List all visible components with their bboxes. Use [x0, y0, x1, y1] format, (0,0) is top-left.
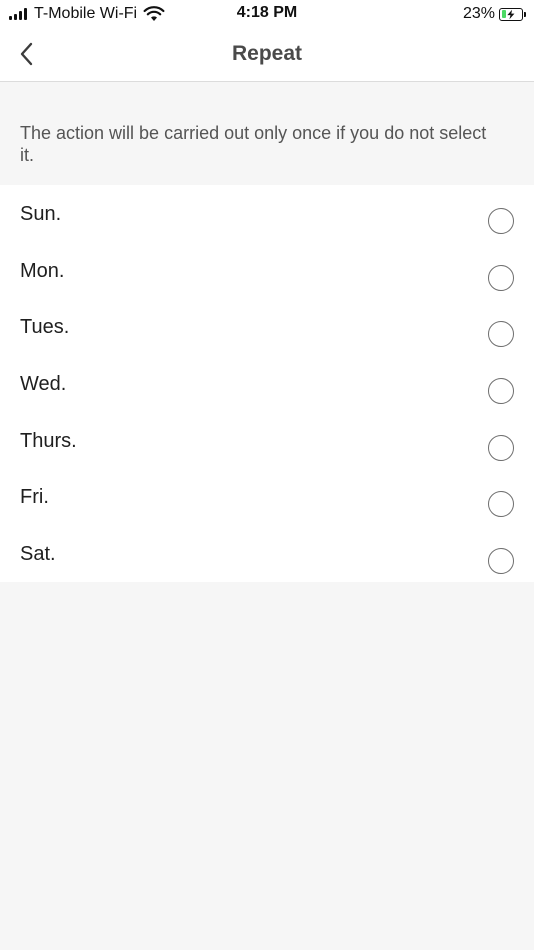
day-row-friday[interactable]: Fri.: [0, 468, 534, 525]
status-bar-right: 23%: [463, 4, 526, 24]
page-title: Repeat: [231, 42, 303, 65]
radio-button[interactable]: [488, 434, 514, 461]
charging-bolt-icon: [507, 9, 515, 19]
status-time: 4:18 PM: [236, 4, 298, 21]
day-label: Wed.: [20, 373, 67, 396]
battery-tip: [524, 11, 526, 17]
radio-button[interactable]: [488, 491, 514, 518]
day-row-sunday[interactable]: Sun.: [0, 185, 534, 242]
day-label: Thurs.: [20, 429, 77, 452]
empty-background: [0, 582, 534, 950]
battery-percent: 23%: [462, 5, 495, 22]
day-row-thursday[interactable]: Thurs.: [0, 412, 534, 469]
hint-section: The action will be carried out only once…: [0, 82, 534, 185]
day-row-saturday[interactable]: Sat.: [0, 525, 534, 582]
radio-button[interactable]: [488, 548, 514, 575]
battery-charging-icon: [499, 7, 523, 21]
hint-text: The action will be carried out only once…: [20, 123, 487, 165]
days-list: Sun. Mon. Tues. Wed. Thurs. Fri. Sat.: [0, 185, 534, 582]
day-label: Sat.: [20, 543, 56, 566]
day-label: Fri.: [20, 486, 49, 509]
day-row-monday[interactable]: Mon.: [0, 242, 534, 299]
status-bar: T-Mobile Wi-Fi 4:18 PM 23%: [0, 0, 534, 28]
day-row-tuesday[interactable]: Tues.: [0, 298, 534, 355]
day-label: Sun.: [20, 203, 62, 225]
navigation-bar: Repeat: [0, 28, 534, 82]
day-label: Mon.: [20, 259, 65, 282]
radio-button[interactable]: [488, 378, 514, 405]
radio-button[interactable]: [488, 321, 514, 348]
radio-button[interactable]: [488, 208, 514, 234]
day-row-wednesday[interactable]: Wed.: [0, 355, 534, 412]
day-label: Tues.: [20, 316, 70, 339]
radio-button[interactable]: [488, 264, 514, 291]
